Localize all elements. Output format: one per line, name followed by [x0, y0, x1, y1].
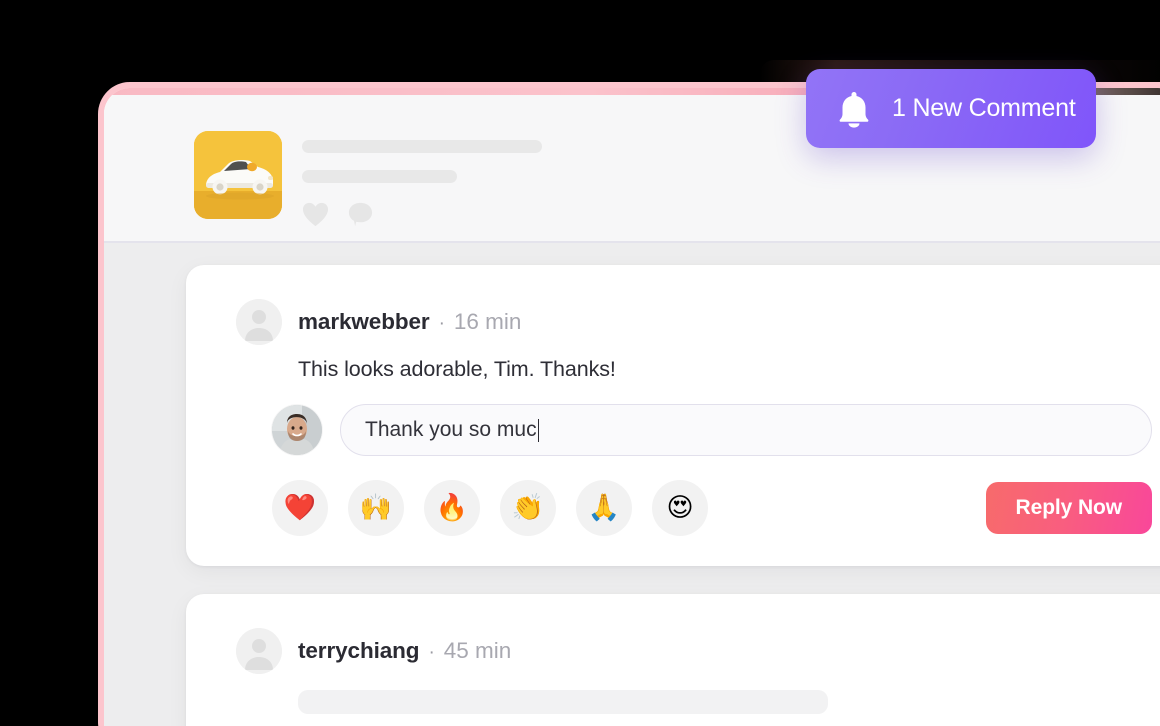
- screenshot-stage: markwebber · 16 min This looks adorable,…: [0, 0, 1160, 726]
- car-photo-illustration: [194, 131, 282, 219]
- comment-text-placeholder: [298, 690, 828, 714]
- comment-timestamp: 45 min: [443, 638, 512, 663]
- reply-composer-row: Thank you so muc: [186, 404, 1160, 456]
- comment-header: markwebber · 16 min: [186, 299, 1160, 345]
- folded-hands-emoji[interactable]: 🙏: [576, 480, 632, 536]
- comment-meta: terrychiang · 45 min: [298, 638, 511, 664]
- toast-label: 1 New Comment: [892, 94, 1076, 122]
- post-subtitle-placeholder: [302, 170, 457, 183]
- post-title-placeholder: [302, 140, 542, 153]
- reactions-row: ❤️ 🙌 🔥 👏 🙏 😍 Reply Now: [186, 480, 1160, 536]
- comment-card: markwebber · 16 min This looks adorable,…: [186, 265, 1160, 566]
- app-window-frame: markwebber · 16 min This looks adorable,…: [104, 88, 1160, 726]
- emoji-reaction-list: ❤️ 🙌 🔥 👏 🙏 😍: [272, 480, 708, 536]
- bell-icon: [836, 90, 872, 128]
- meta-separator: ·: [428, 642, 435, 663]
- post-thumbnail[interactable]: [194, 131, 282, 219]
- avatar[interactable]: [236, 628, 282, 674]
- reply-now-button[interactable]: Reply Now: [985, 482, 1152, 534]
- current-user-avatar[interactable]: [272, 405, 322, 455]
- app-window-content: markwebber · 16 min This looks adorable,…: [104, 95, 1160, 726]
- comment-text: This looks adorable, Tim. Thanks!: [298, 357, 616, 381]
- meta-separator: ·: [438, 313, 445, 334]
- new-comment-notification-toast[interactable]: 1 New Comment: [806, 69, 1096, 148]
- comment-meta: markwebber · 16 min: [298, 309, 521, 335]
- comment-card: terrychiang · 45 min: [186, 594, 1160, 726]
- clapping-hands-emoji[interactable]: 👏: [500, 480, 556, 536]
- avatar[interactable]: [236, 299, 282, 345]
- comment-header: terrychiang · 45 min: [186, 628, 1160, 674]
- comment-bubble-icon[interactable]: [347, 201, 374, 228]
- red-heart-emoji[interactable]: ❤️: [272, 480, 328, 536]
- heart-eyes-emoji[interactable]: 😍: [652, 480, 708, 536]
- heart-icon[interactable]: [302, 201, 329, 228]
- comment-feed: markwebber · 16 min This looks adorable,…: [104, 243, 1160, 726]
- post-action-bar: [302, 201, 374, 228]
- fire-emoji[interactable]: 🔥: [424, 480, 480, 536]
- comment-timestamp: 16 min: [453, 309, 522, 334]
- comment-username[interactable]: markwebber: [298, 309, 430, 335]
- reply-input[interactable]: Thank you so muc: [340, 404, 1152, 456]
- raising-hands-emoji[interactable]: 🙌: [348, 480, 404, 536]
- comment-username[interactable]: terrychiang: [298, 638, 420, 664]
- reply-input-value: Thank you so muc: [365, 418, 537, 441]
- text-cursor: [537, 418, 540, 442]
